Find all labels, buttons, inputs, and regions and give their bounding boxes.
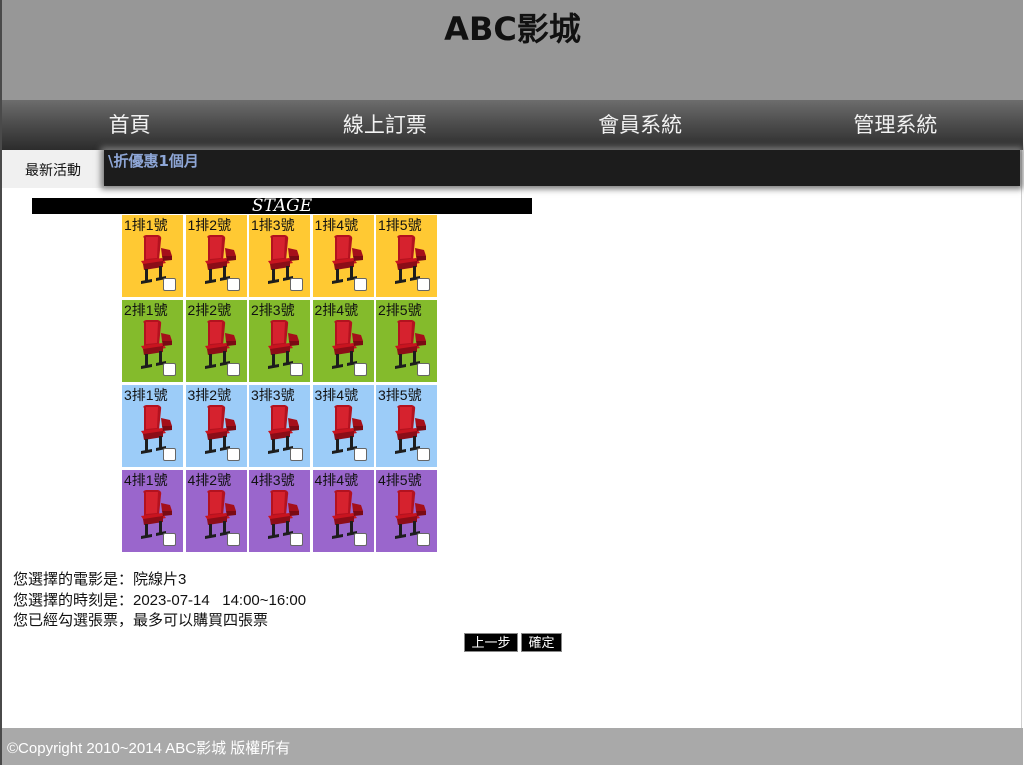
- seat-tile[interactable]: 1排5號: [376, 215, 437, 297]
- seat-label: 3排3號: [251, 387, 295, 403]
- previous-step-button[interactable]: 上一步: [464, 633, 518, 652]
- seat-tile[interactable]: 4排2號: [185, 470, 247, 552]
- seat-label: 3排1號: [124, 387, 168, 403]
- nav-member-system[interactable]: 會員系統: [513, 100, 768, 150]
- site-title: ABC影城: [444, 10, 581, 48]
- seat-label: 3排2號: [187, 387, 232, 403]
- seat-label: 4排1號: [124, 472, 168, 488]
- seat-checkbox[interactable]: [417, 278, 430, 291]
- selection-info: 您選擇的電影是：院線片3 您選擇的時刻是：2023-07-14 14:00~16…: [13, 570, 306, 632]
- seat-checkbox[interactable]: [417, 533, 430, 546]
- footer: ©Copyright 2010~2014 ABC影城 版權所有: [2, 728, 1023, 765]
- selected-time-text: 您選擇的時刻是：2023-07-14 14:00~16:00: [13, 591, 307, 609]
- seat-tile[interactable]: 3排5號: [376, 385, 437, 467]
- news-marquee: \折優惠1個月: [104, 150, 1020, 186]
- seat-label: 1排1號: [124, 217, 168, 233]
- seat-tile[interactable]: 2排2號: [185, 300, 247, 382]
- seat-checkbox[interactable]: [353, 363, 367, 376]
- seat-label: 1排4號: [314, 217, 359, 233]
- seat-label: 1排5號: [378, 217, 422, 233]
- seat-label: 1排2號: [187, 217, 232, 233]
- seat-checkbox[interactable]: [417, 363, 430, 376]
- seat-checkbox[interactable]: [290, 278, 303, 291]
- seat-checkbox[interactable]: [290, 448, 303, 461]
- seat-label: 2排2號: [187, 302, 232, 318]
- nav-home[interactable]: 首頁: [2, 100, 257, 150]
- site-header: ABC影城: [2, 0, 1023, 100]
- seat-tile[interactable]: 4排5號: [376, 470, 437, 552]
- main-nav: 首頁 線上訂票 會員系統 管理系統: [2, 100, 1023, 150]
- seat-tile[interactable]: 3排2號: [185, 385, 247, 467]
- seat-label: 4排5號: [378, 472, 422, 488]
- seat-label: 4排4號: [314, 472, 359, 488]
- seat-checkbox[interactable]: [353, 448, 367, 461]
- seat-grid: 1排1號 1排2號 1排3號 1排4號 1排5號 2排1號 2排2號 2排3號 2排4號 2排5號…: [122, 215, 437, 552]
- seat-checkbox[interactable]: [163, 363, 176, 376]
- seat-tile[interactable]: 1排3號: [249, 215, 310, 297]
- ticket-count-text: 您已經勾選張票，最多可以購買四張票: [13, 612, 269, 629]
- seat-tile[interactable]: 1排4號: [312, 215, 374, 297]
- seat-tile[interactable]: 1排1號: [122, 215, 183, 297]
- seat-tile[interactable]: 2排4號: [312, 300, 374, 382]
- nav-admin-system[interactable]: 管理系統: [768, 100, 1023, 150]
- seat-tile[interactable]: 4排3號: [249, 470, 310, 552]
- seat-checkbox[interactable]: [226, 278, 240, 291]
- seat-tile[interactable]: 2排1號: [122, 300, 183, 382]
- stage-banner: STAGE: [32, 198, 532, 214]
- seat-tile[interactable]: 4排1號: [122, 470, 183, 552]
- seat-label: 3排4號: [314, 387, 359, 403]
- seat-label: 2排1號: [124, 302, 168, 318]
- seat-label: 4排3號: [251, 472, 295, 488]
- seat-tile[interactable]: 4排4號: [312, 470, 374, 552]
- seat-tile[interactable]: 2排5號: [376, 300, 437, 382]
- seat-checkbox[interactable]: [290, 533, 303, 546]
- seat-checkbox[interactable]: [163, 533, 176, 546]
- seat-tile[interactable]: 2排3號: [249, 300, 310, 382]
- seat-label: 1排3號: [251, 217, 295, 233]
- seat-checkbox[interactable]: [290, 363, 303, 376]
- nav-online-booking[interactable]: 線上訂票: [257, 100, 512, 150]
- seat-label: 2排4號: [314, 302, 359, 318]
- news-tab[interactable]: 最新活動: [2, 150, 104, 188]
- seat-label: 3排5號: [378, 387, 422, 403]
- seat-label: 2排3號: [251, 302, 295, 318]
- seat-tile[interactable]: 3排4號: [312, 385, 374, 467]
- seat-checkbox[interactable]: [226, 363, 240, 376]
- seat-checkbox[interactable]: [353, 278, 367, 291]
- seat-checkbox[interactable]: [163, 278, 176, 291]
- seat-checkbox[interactable]: [417, 448, 430, 461]
- seat-tile[interactable]: 3排3號: [249, 385, 310, 467]
- seat-checkbox[interactable]: [353, 533, 367, 546]
- copyright-text: ©Copyright 2010~2014 ABC影城 版權所有: [7, 740, 291, 757]
- seat-label: 4排2號: [187, 472, 232, 488]
- seat-label: 2排5號: [378, 302, 422, 318]
- confirm-button[interactable]: 確定: [521, 633, 562, 652]
- seat-checkbox[interactable]: [163, 448, 176, 461]
- seat-tile[interactable]: 1排2號: [185, 215, 247, 297]
- selected-movie-text: 您選擇的電影是：院線片3: [13, 571, 187, 588]
- seat-checkbox[interactable]: [226, 448, 240, 461]
- seat-tile[interactable]: 3排1號: [122, 385, 183, 467]
- seat-checkbox[interactable]: [226, 533, 240, 546]
